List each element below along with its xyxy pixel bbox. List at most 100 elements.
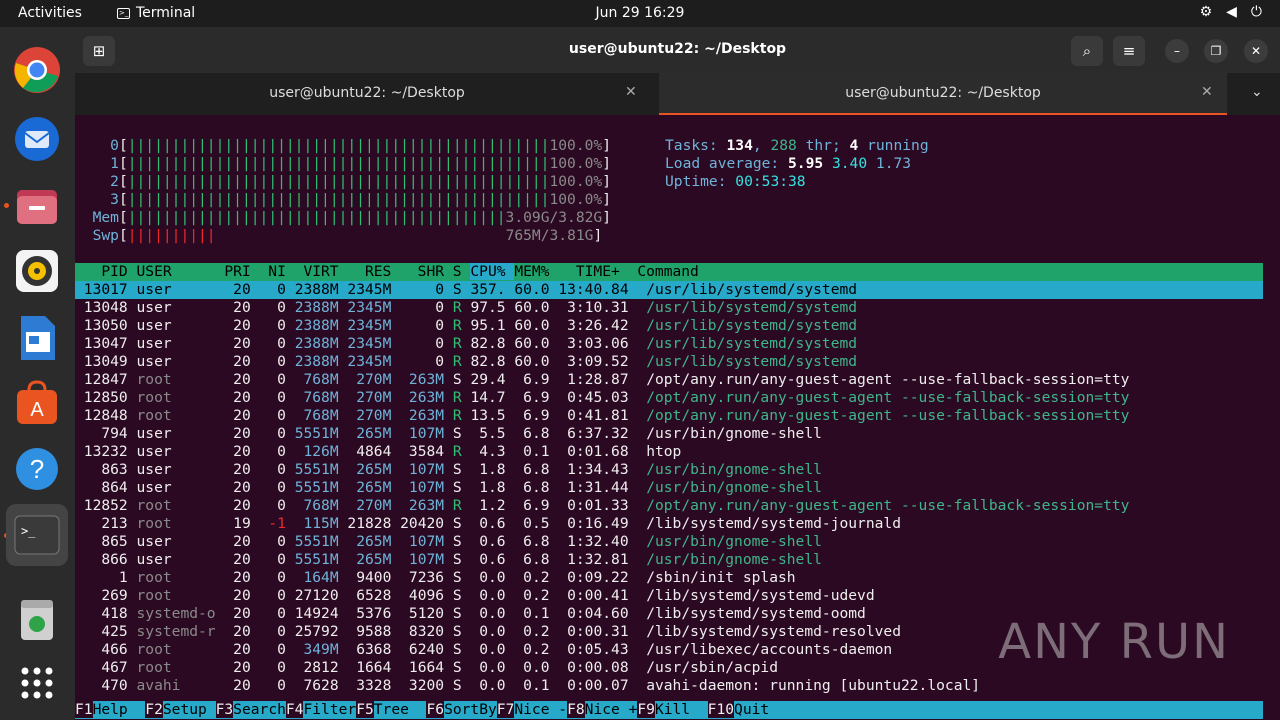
res: 265M <box>347 551 401 568</box>
fkey-label[interactable]: Setup <box>163 701 216 718</box>
fkey-label[interactable]: Tree <box>374 701 427 718</box>
res: 2345M <box>347 299 401 316</box>
process-row[interactable]: 13047 user 20 0 2388M 2345M 0 R 82.8 60.… <box>75 335 857 353</box>
fkey-label[interactable]: SortBy <box>444 701 497 718</box>
process-row[interactable]: 864 user 20 0 5551M 265M 107M S 1.8 6.8 … <box>75 479 822 497</box>
fkey-label[interactable]: Nice - <box>514 701 567 718</box>
process-row[interactable]: 12852 root 20 0 768M 270M 263M R 1.2 6.9… <box>75 497 1130 515</box>
pri: 20 <box>224 443 260 460</box>
ni: 0 <box>259 677 295 694</box>
fkey-label[interactable]: Filter <box>303 701 356 718</box>
user: root <box>136 497 225 514</box>
fkey-f4[interactable]: F4 <box>285 701 304 718</box>
mem: 6.8 <box>514 425 559 442</box>
mem: 0.2 <box>514 569 559 586</box>
user: systemd-o <box>136 605 225 622</box>
fkey-f10[interactable]: F10 <box>707 701 735 718</box>
fkey-f2[interactable]: F2 <box>145 701 163 718</box>
process-row[interactable]: 13232 user 20 0 126M 4864 3584 R 4.3 0.1… <box>75 443 682 461</box>
process-row[interactable]: 865 user 20 0 5551M 265M 107M S 0.6 6.8 … <box>75 533 822 551</box>
dock-help[interactable]: ? <box>11 443 63 495</box>
fkey-label[interactable]: Kill <box>655 701 708 718</box>
process-row[interactable]: 866 user 20 0 5551M 265M 107M S 0.6 6.8 … <box>75 551 822 569</box>
title-bar: ⊞ user@ubuntu22: ~/Desktop ⌕ ≡ – ❐ ✕ <box>75 27 1280 73</box>
fkey-f6[interactable]: F6 <box>426 701 445 718</box>
user: root <box>136 587 225 604</box>
dock-files[interactable] <box>11 180 63 232</box>
scrollbar[interactable] <box>1263 115 1280 720</box>
fkey-f8[interactable]: F8 <box>567 701 585 718</box>
system-tray[interactable]: ⚙ ◀ ⏻ <box>1200 4 1262 20</box>
command: /usr/lib/systemd/systemd <box>646 317 858 334</box>
load-5: 3.40 <box>831 155 868 172</box>
res: 9588 <box>347 623 401 640</box>
watermark-logo: ANY RUN <box>998 614 1230 670</box>
process-row[interactable]: 213 root 19 -1 115M 21828 20420 S 0.6 0.… <box>75 515 901 533</box>
dock-software[interactable]: A <box>11 377 63 429</box>
dock-thunderbird[interactable] <box>11 113 63 165</box>
dock-rhythmbox[interactable] <box>11 245 63 297</box>
tab-2[interactable]: user@ubuntu22: ~/Desktop ✕ <box>659 73 1227 115</box>
state: S <box>452 605 471 622</box>
tab-close-icon[interactable]: ✕ <box>625 84 637 100</box>
pri: 20 <box>224 461 260 478</box>
dock-app-grid[interactable] <box>11 657 63 709</box>
user: user <box>136 299 225 316</box>
close-button[interactable]: ✕ <box>1244 39 1268 63</box>
process-row[interactable]: 12850 root 20 0 768M 270M 263M R 14.7 6.… <box>75 389 1130 407</box>
process-row[interactable]: 269 root 20 0 27120 6528 4096 S 0.0 0.2 … <box>75 587 874 605</box>
shr: 263M <box>400 407 453 424</box>
minimize-button[interactable]: – <box>1165 39 1189 63</box>
menu-button[interactable]: ≡ <box>1113 36 1145 66</box>
dock-chrome[interactable] <box>11 44 63 96</box>
dock-terminal[interactable]: >_ <box>6 504 68 566</box>
fkey-label[interactable]: Help <box>93 701 146 718</box>
process-row[interactable]: 1 root 20 0 164M 9400 7236 S 0.0 0.2 0:0… <box>75 569 796 587</box>
tab-close-icon[interactable]: ✕ <box>1201 84 1213 100</box>
tabs-dropdown-icon[interactable]: ⌄ <box>1251 84 1263 100</box>
process-row[interactable]: 794 user 20 0 5551M 265M 107M S 5.5 6.8 … <box>75 425 822 443</box>
tab-1[interactable]: user@ubuntu22: ~/Desktop ✕ <box>75 73 659 115</box>
dock-writer[interactable] <box>11 312 63 364</box>
folder-icon <box>17 190 57 224</box>
process-row[interactable]: 467 root 20 0 2812 1664 1664 S 0.0 0.0 0… <box>75 659 778 677</box>
load-15: 1.73 <box>875 155 912 172</box>
pri: 20 <box>224 353 260 370</box>
process-row[interactable]: 425 systemd-r 20 0 25792 9588 8320 S 0.0… <box>75 623 901 641</box>
user: root <box>136 569 225 586</box>
fkey-label[interactable]: Search <box>233 701 286 718</box>
fkey-f9[interactable]: F9 <box>637 701 655 718</box>
fkey-f7[interactable]: F7 <box>496 701 515 718</box>
fkey-label[interactable]: Nice + <box>585 701 638 718</box>
process-row[interactable]: 12847 root 20 0 768M 270M 263M S 29.4 6.… <box>75 371 1130 389</box>
time: 0:16.49 <box>558 515 647 532</box>
process-row[interactable]: 466 root 20 0 349M 6368 6240 S 0.0 0.2 0… <box>75 641 892 659</box>
dock-trash[interactable] <box>11 593 63 645</box>
help-icon: ? <box>16 448 58 490</box>
process-row[interactable]: 470 avahi 20 0 7628 3328 3200 S 0.0 0.1 … <box>75 677 980 695</box>
pid: 13050 <box>75 317 137 334</box>
process-row[interactable]: 13050 user 20 0 2388M 2345M 0 R 95.1 60.… <box>75 317 857 335</box>
process-row[interactable]: 13049 user 20 0 2388M 2345M 0 R 82.8 60.… <box>75 353 857 371</box>
process-row[interactable]: 863 user 20 0 5551M 265M 107M S 1.8 6.8 … <box>75 461 822 479</box>
app-grid-icon <box>21 667 53 699</box>
clock[interactable]: Jun 29 16:29 <box>596 5 685 21</box>
fkey-f5[interactable]: F5 <box>356 701 374 718</box>
process-row[interactable]: 418 systemd-o 20 0 14924 5376 5120 S 0.0… <box>75 605 866 623</box>
time: 3:26.42 <box>558 317 647 334</box>
process-row[interactable]: 13017 user 20 0 2388M 2345M 0 S 357. 60.… <box>75 281 1263 299</box>
process-row[interactable]: 12848 root 20 0 768M 270M 263M R 13.5 6.… <box>75 407 1130 425</box>
user: user <box>136 443 225 460</box>
fkey-label[interactable]: Quit <box>734 701 787 718</box>
process-row[interactable]: 13048 user 20 0 2388M 2345M 0 R 97.5 60.… <box>75 299 857 317</box>
mem: 0.2 <box>514 587 559 604</box>
maximize-button[interactable]: ❐ <box>1204 39 1228 63</box>
fkey-f3[interactable]: F3 <box>215 701 234 718</box>
tasks-line: Tasks: 134, 288 thr; 4 running <box>665 137 929 154</box>
fkey-f1[interactable]: F1 <box>75 701 93 718</box>
time: 1:31.44 <box>558 479 647 496</box>
search-button[interactable]: ⌕ <box>1071 36 1103 66</box>
virt: 349M <box>294 641 348 658</box>
pid: 13017 <box>75 281 137 298</box>
shr: 7236 <box>400 569 453 586</box>
